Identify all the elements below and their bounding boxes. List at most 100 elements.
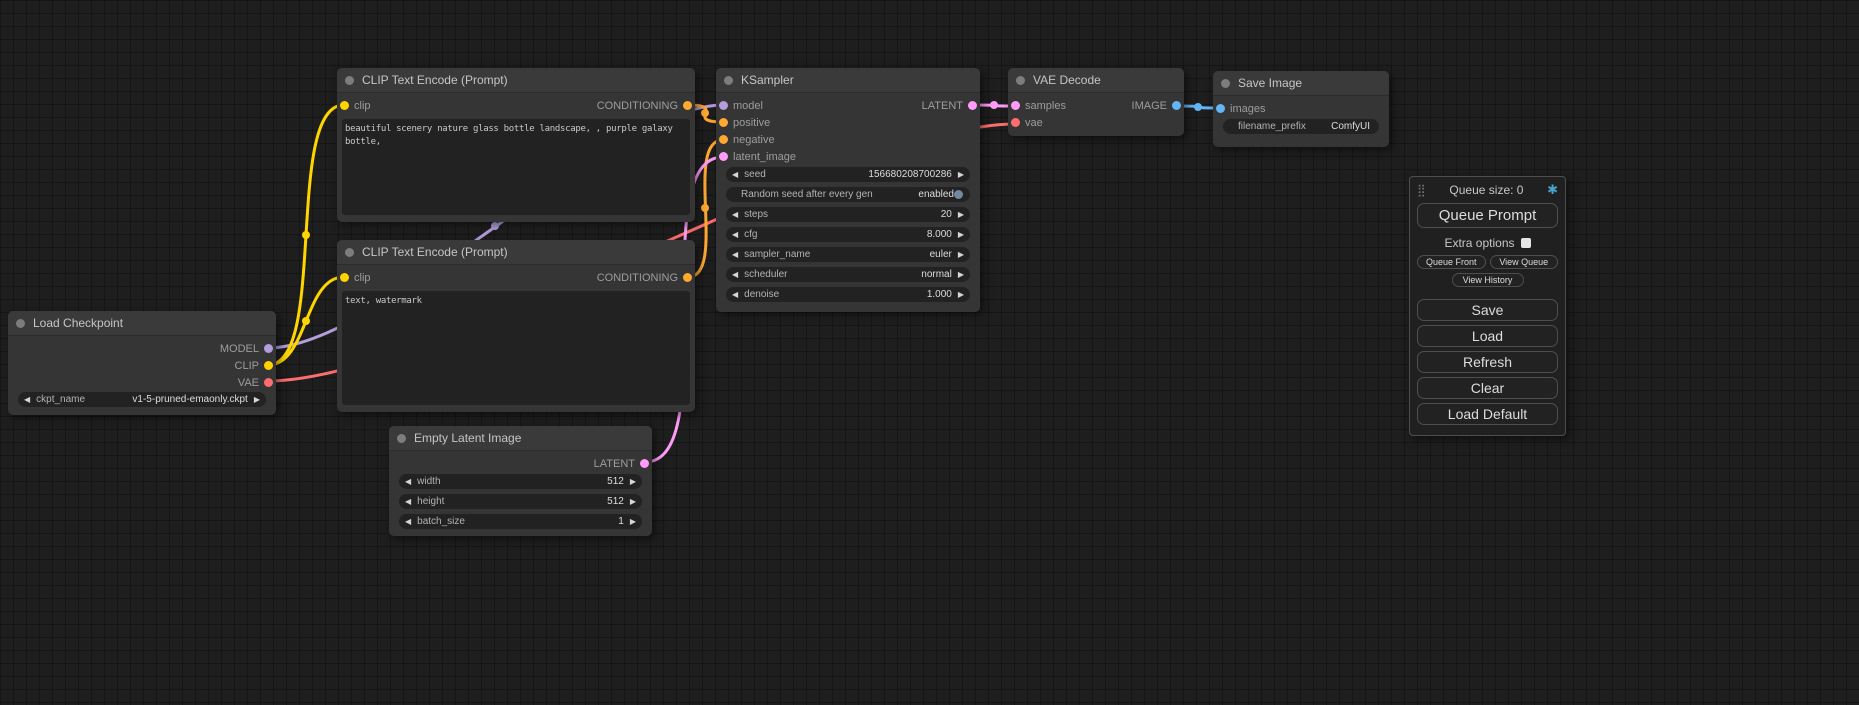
image-slot-dot[interactable] [1172,101,1181,110]
collapse-dot-icon[interactable] [1221,79,1230,88]
collapse-dot-icon[interactable] [724,76,733,85]
output-slot-image[interactable]: IMAGE [1132,100,1181,112]
extra-options-checkbox[interactable] [1521,238,1531,248]
left-arrow-icon[interactable]: ◀ [732,167,738,182]
model-slot-dot[interactable] [264,344,273,353]
refresh-button[interactable]: Refresh [1417,351,1558,373]
node-title-bar[interactable]: VAE Decode [1008,68,1184,93]
left-arrow-icon[interactable]: ◀ [732,247,738,262]
view-history-button[interactable]: View History [1452,273,1524,287]
vae-slot-dot[interactable] [264,378,273,387]
queue-prompt-button[interactable]: Queue Prompt [1417,203,1558,228]
output-slot-latent[interactable]: LATENT [594,458,649,470]
latent-slot-dot[interactable] [1011,101,1020,110]
clip-slot-dot[interactable] [264,361,273,370]
toggle-knob-icon[interactable] [954,190,963,199]
widget-random-seed-toggle[interactable]: Random seed after every gen enabled [726,187,970,202]
right-arrow-icon[interactable]: ▶ [958,207,964,222]
load-default-button[interactable]: Load Default [1417,403,1558,425]
node-title-bar[interactable]: KSampler [716,68,980,93]
widget-ckpt-name[interactable]: ◀ ckpt_name v1-5-pruned-emaonly.ckpt ▶ [18,392,266,407]
right-arrow-icon[interactable]: ▶ [630,474,636,489]
node-title-bar[interactable]: CLIP Text Encode (Prompt) [337,68,695,93]
node-save-image[interactable]: Save Image images filename_prefix ComfyU… [1213,71,1389,147]
input-slot-latent-image[interactable]: latent_image [719,151,796,163]
widget-height[interactable]: ◀ height 512 ▶ [399,494,642,509]
drag-handle-icon[interactable]: ⣿ [1417,183,1426,197]
right-arrow-icon[interactable]: ▶ [958,167,964,182]
output-slot-model[interactable]: MODEL [220,343,273,355]
node-title-bar[interactable]: Empty Latent Image [389,426,652,451]
input-slot-vae[interactable]: vae [1011,117,1043,129]
left-arrow-icon[interactable]: ◀ [405,514,411,529]
node-empty-latent-image[interactable]: Empty Latent Image LATENT ◀ width 512 ▶ … [389,426,652,536]
latent-slot-dot[interactable] [968,101,977,110]
input-slot-clip[interactable]: clip [340,100,371,112]
input-slot-positive[interactable]: positive [719,117,770,129]
left-arrow-icon[interactable]: ◀ [24,392,30,407]
widget-seed[interactable]: ◀ seed 156680208700286 ▶ [726,167,970,182]
input-slot-samples[interactable]: samples [1011,100,1066,112]
latent-slot-dot[interactable] [640,459,649,468]
output-slot-clip[interactable]: CLIP [235,360,273,372]
input-slot-clip[interactable]: clip [340,272,371,284]
right-arrow-icon[interactable]: ▶ [630,514,636,529]
clear-button[interactable]: Clear [1417,377,1558,399]
right-arrow-icon[interactable]: ▶ [630,494,636,509]
widget-filename-prefix[interactable]: filename_prefix ComfyUI [1223,119,1379,134]
left-arrow-icon[interactable]: ◀ [405,494,411,509]
widget-sampler-name[interactable]: ◀ sampler_name euler ▶ [726,247,970,262]
node-ksampler[interactable]: KSampler model LATENT positive negative … [716,68,980,312]
right-arrow-icon[interactable]: ▶ [254,392,260,407]
output-slot-conditioning[interactable]: CONDITIONING [597,100,692,112]
image-slot-dot[interactable] [1216,104,1225,113]
prompt-textarea[interactable]: text, watermark [342,291,690,405]
node-clip-text-encode-negative[interactable]: CLIP Text Encode (Prompt) clip CONDITION… [337,240,695,412]
right-arrow-icon[interactable]: ▶ [958,287,964,302]
latent-slot-dot[interactable] [719,152,728,161]
node-title-bar[interactable]: Save Image [1213,71,1389,96]
load-button[interactable]: Load [1417,325,1558,347]
input-slot-negative[interactable]: negative [719,134,775,146]
output-slot-latent[interactable]: LATENT [922,100,977,112]
node-load-checkpoint[interactable]: Load Checkpoint MODEL CLIP VAE ◀ ckpt_na… [8,311,276,415]
widget-width[interactable]: ◀ width 512 ▶ [399,474,642,489]
output-slot-vae[interactable]: VAE [238,377,273,389]
widget-scheduler[interactable]: ◀ scheduler normal ▶ [726,267,970,282]
node-vae-decode[interactable]: VAE Decode samples IMAGE vae [1008,68,1184,136]
widget-steps[interactable]: ◀ steps 20 ▶ [726,207,970,222]
conditioning-slot-dot[interactable] [683,273,692,282]
collapse-dot-icon[interactable] [397,434,406,443]
settings-gear-icon[interactable]: ✱ [1547,182,1558,198]
node-title-bar[interactable]: Load Checkpoint [8,311,276,336]
clip-slot-dot[interactable] [340,101,349,110]
node-title-bar[interactable]: CLIP Text Encode (Prompt) [337,240,695,265]
widget-cfg[interactable]: ◀ cfg 8.000 ▶ [726,227,970,242]
left-arrow-icon[interactable]: ◀ [732,227,738,242]
widget-batch-size[interactable]: ◀ batch_size 1 ▶ [399,514,642,529]
collapse-dot-icon[interactable] [1016,76,1025,85]
input-slot-model[interactable]: model [719,100,763,112]
left-arrow-icon[interactable]: ◀ [732,267,738,282]
left-arrow-icon[interactable]: ◀ [732,207,738,222]
model-slot-dot[interactable] [719,101,728,110]
conditioning-slot-dot[interactable] [719,135,728,144]
queue-front-button[interactable]: Queue Front [1417,255,1486,269]
input-slot-images[interactable]: images [1216,103,1265,115]
conditioning-slot-dot[interactable] [683,101,692,110]
comfyui-canvas[interactable]: { "icons": { "left_arrow": "◀", "right_a… [0,0,1859,705]
clip-slot-dot[interactable] [340,273,349,282]
save-button[interactable]: Save [1417,299,1558,321]
conditioning-slot-dot[interactable] [719,118,728,127]
prompt-textarea[interactable]: beautiful scenery nature glass bottle la… [342,119,690,215]
right-arrow-icon[interactable]: ▶ [958,227,964,242]
vae-slot-dot[interactable] [1011,118,1020,127]
widget-denoise[interactable]: ◀ denoise 1.000 ▶ [726,287,970,302]
left-arrow-icon[interactable]: ◀ [405,474,411,489]
left-arrow-icon[interactable]: ◀ [732,287,738,302]
right-arrow-icon[interactable]: ▶ [958,267,964,282]
collapse-dot-icon[interactable] [16,319,25,328]
collapse-dot-icon[interactable] [345,76,354,85]
view-queue-button[interactable]: View Queue [1490,255,1559,269]
node-clip-text-encode-positive[interactable]: CLIP Text Encode (Prompt) clip CONDITION… [337,68,695,222]
